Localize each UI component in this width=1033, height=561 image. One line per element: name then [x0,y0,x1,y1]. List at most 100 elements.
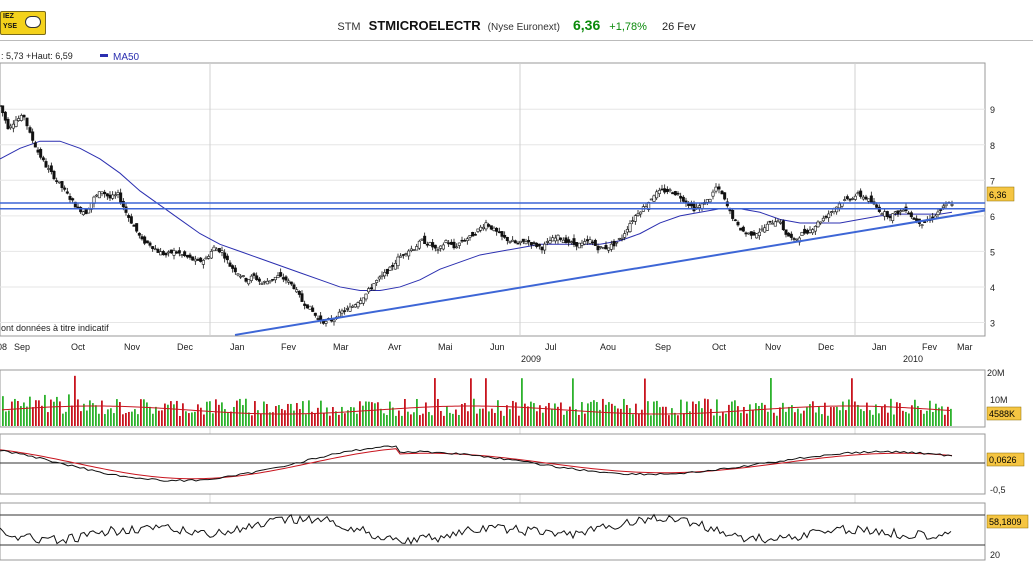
volume-bar [467,411,469,426]
volume-bar [860,409,862,426]
volume-bar [935,403,937,426]
volume-bar [377,402,379,426]
volume-bar [176,400,178,426]
volume-bar [764,404,766,426]
candle-body [63,187,67,190]
volume-bar [809,404,811,426]
candle-body [431,242,435,248]
volume-bar [125,413,127,426]
volume-bar [446,406,448,426]
price-y-axis: 3 4 5 6 7 8 9 [990,105,995,328]
candle-body [535,242,539,247]
candle-body [787,232,791,237]
candle-body [880,213,884,216]
candle-body [223,252,227,259]
candle-body [692,203,696,212]
candle-body [140,236,144,240]
volume-bar [116,399,118,426]
rsi-panel [0,502,986,561]
volume-bar [416,398,418,426]
candle-body [361,297,365,304]
candle-body [415,246,419,251]
candle-body [265,280,269,285]
candle-body [471,232,475,237]
candle-body [33,142,37,148]
volume-bar [713,415,715,426]
volume-bar [596,402,598,426]
candle-body [409,248,413,251]
candle-body [795,238,799,241]
candle-body [289,281,293,285]
volume-bar [398,410,400,426]
volume-bar [119,402,121,426]
volume-bar [629,408,631,426]
candle-body [207,256,211,259]
candle-body [401,254,405,256]
candle-body [84,209,88,215]
candle-body [731,209,735,219]
volume-bar [878,413,880,426]
volume-bar [656,400,658,426]
candle-body [628,223,632,232]
month-label: Dec [818,342,835,352]
volume-bar [71,405,73,426]
volume-bar [833,407,835,426]
candle-body [644,206,648,209]
candle-body [228,262,232,267]
candle-body [164,252,168,256]
volume-bar [95,405,97,426]
candle-body [553,237,557,242]
candle-body [244,277,248,282]
volume-bar [677,415,679,426]
volume-bar [185,411,187,426]
volume-bar [17,401,19,426]
volume-bar [314,413,316,426]
volume-bar [152,413,154,426]
volume-bar [923,413,925,426]
candle-body [896,210,900,215]
candle-body [941,205,945,208]
volume-bar [5,411,7,426]
candle-body [81,211,85,215]
candle-body [936,211,940,216]
volume-bar [8,410,10,426]
candle-body [351,305,355,308]
candle-body [551,237,555,242]
month-label: Jun [490,342,505,352]
volume-bar [56,396,58,426]
candle-body [527,239,531,243]
volume-bar [332,407,334,426]
volume-bar [890,398,892,426]
volume-bar [722,412,724,426]
candle-body [481,226,485,229]
candle-body [939,209,943,211]
candle-body [763,227,767,233]
candle-body [177,250,181,254]
volume-bar [362,405,364,426]
volume-bar [353,407,355,426]
volume-bar [593,400,595,426]
volume-bar [53,401,55,426]
volume-bar [737,406,739,426]
candle-body [821,217,825,222]
candle-body [436,249,440,251]
candle-body [113,194,117,197]
volume-bar [854,401,856,426]
volume-bar [932,411,934,426]
candle-body [612,240,616,247]
candle-body [6,118,10,130]
candle-body [148,242,152,246]
volume-bar [626,404,628,426]
candle-body [407,250,411,257]
candle-body [484,222,488,230]
volume-bar [782,402,784,426]
candle-body [744,232,748,235]
candle-body [404,253,408,255]
volume-bar [929,400,931,426]
candle-body [529,242,533,246]
price-panel [0,62,986,337]
volume-bar [887,412,889,426]
price-tick-label: 9 [990,105,995,115]
month-label: Jan [872,342,887,352]
candle-body [540,246,544,251]
